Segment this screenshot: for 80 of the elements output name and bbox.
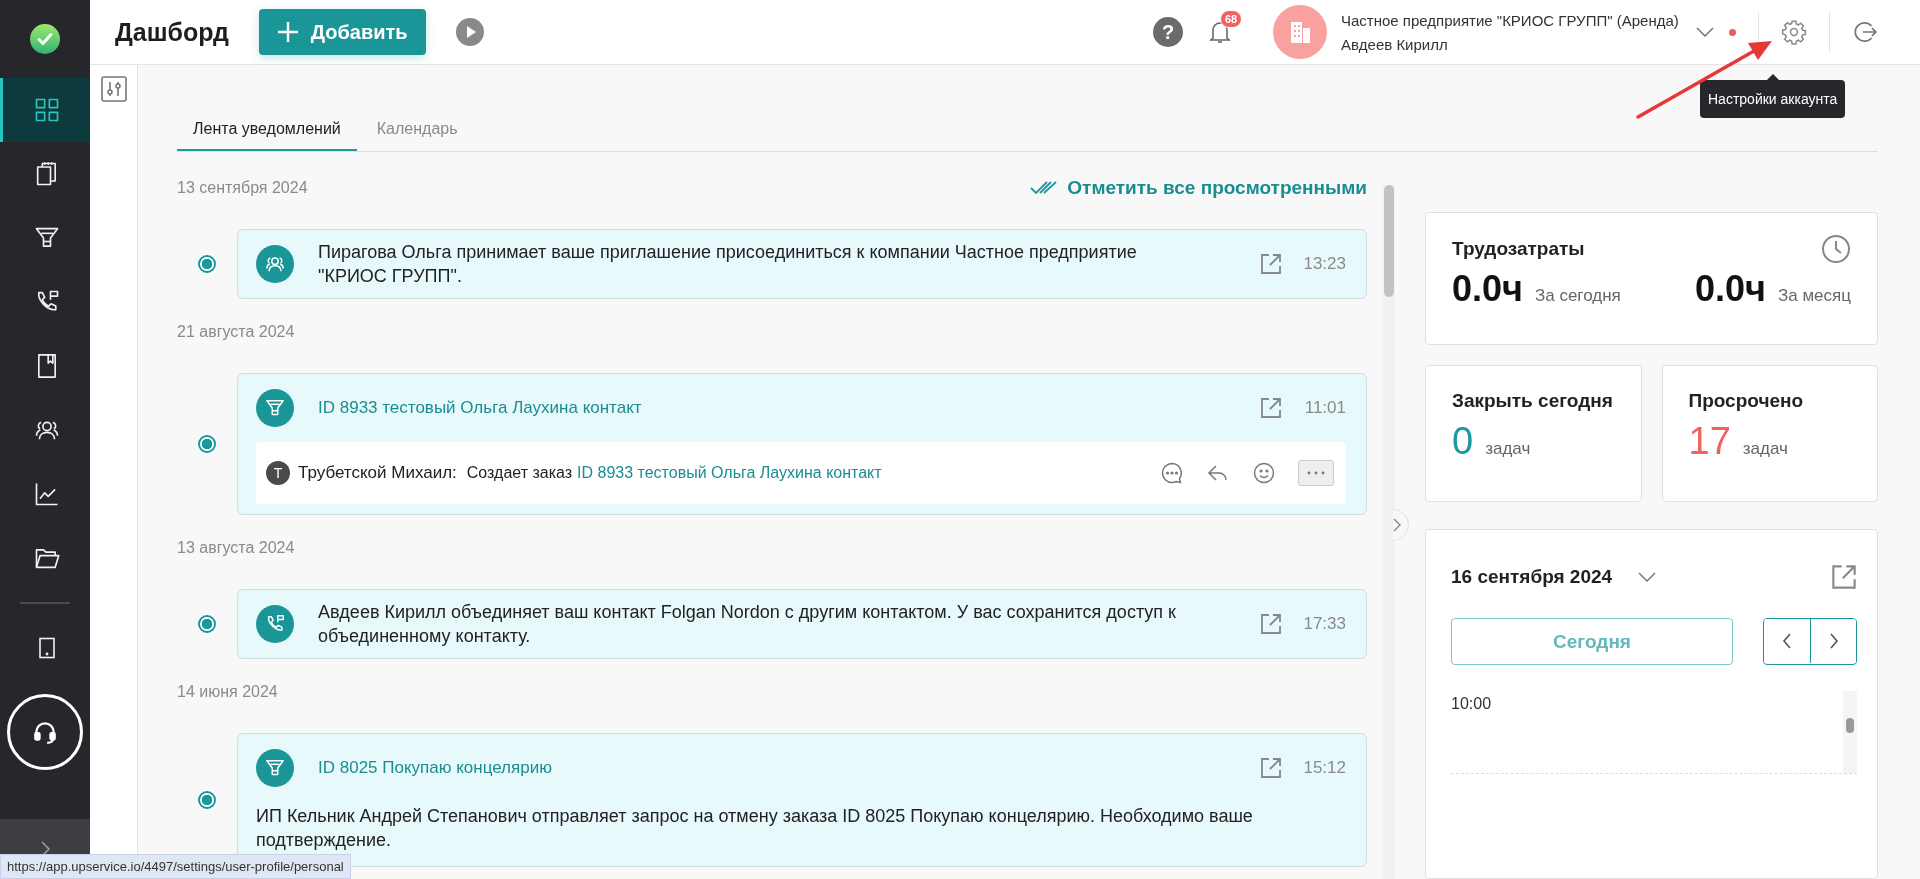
help-button[interactable]: ? <box>1153 17 1183 47</box>
user-avatar: Т <box>266 461 290 485</box>
support-button[interactable] <box>7 694 83 770</box>
mark-all-read-link[interactable]: Отметить все просмотренными <box>1030 177 1367 199</box>
feed-date: 13 августа 2024 <box>177 539 295 557</box>
external-link-icon[interactable] <box>1260 253 1282 275</box>
external-link-icon[interactable] <box>1260 757 1282 779</box>
logout-icon[interactable] <box>1852 19 1878 45</box>
play-icon[interactable] <box>455 18 484 46</box>
comment-text: Создает заказ <box>466 464 573 482</box>
company-name: Частное предприятие "КРИОС ГРУПП" (Аренда) <box>1341 11 1680 29</box>
time-label: 10:00 <box>1451 695 1492 713</box>
read-status-dot[interactable] <box>198 791 216 809</box>
headset-icon <box>32 719 58 745</box>
task-count: 0 <box>1452 420 1474 464</box>
logo-icon <box>30 24 60 54</box>
double-check-icon <box>1030 180 1059 196</box>
phone-icon <box>256 605 294 643</box>
smiley-icon[interactable] <box>1252 461 1276 485</box>
external-link-icon[interactable] <box>1260 613 1282 635</box>
status-dot-icon <box>1729 28 1736 36</box>
order-link[interactable]: ID 8933 тестовый Ольга Лаухина контакт <box>318 398 1260 418</box>
clock-icon[interactable] <box>1821 234 1851 264</box>
card-title: Просрочено <box>1688 390 1805 413</box>
tooltip-pointer <box>1766 74 1779 80</box>
notification-time: 17:33 <box>1302 614 1346 634</box>
stat-value: 0.0ч <box>1452 268 1523 310</box>
read-status-dot[interactable] <box>198 435 216 453</box>
today-button[interactable]: Сегодня <box>1451 618 1733 666</box>
card-title: Трудозатраты <box>1452 238 1585 260</box>
sliders-icon[interactable] <box>99 75 128 103</box>
tab[interactable]: Календарь <box>360 109 474 151</box>
settings-icon[interactable] <box>1781 19 1807 45</box>
comment-icon[interactable] <box>1160 461 1184 485</box>
user-name: Авдеев Кирилл <box>1341 35 1449 53</box>
notification-text: ИП Кельник Андрей Степанович отправляет запрос на отмену заказа ID 8025 Покупаю концелярию. Необходимо ваше подтверждение. <box>256 805 1254 852</box>
stat-label: За сегодня <box>1534 286 1621 306</box>
tab[interactable]: Лента уведомлений <box>177 109 357 151</box>
add-button[interactable]: Добавить <box>258 9 426 55</box>
tooltip: Настройки аккаунта <box>1700 80 1846 118</box>
notification-text: Пирагова Ольга принимает ваше приглашение присоединиться к компании Частное предприятие "КРИОС ГРУПП". <box>318 241 1138 288</box>
chevron-right-icon <box>1393 518 1401 532</box>
sidebar-item[interactable] <box>0 78 90 142</box>
feed-date: 21 августа 2024 <box>177 323 295 341</box>
scrollbar[interactable] <box>1843 691 1857 774</box>
notifications-button[interactable]: 68 <box>1209 10 1243 44</box>
scrollbar[interactable] <box>1383 185 1395 879</box>
feed-date: 13 сентября 2024 <box>177 179 308 197</box>
more-icon <box>1307 471 1325 475</box>
notification-time: 13:23 <box>1302 254 1346 274</box>
plus-icon <box>276 21 299 43</box>
stat-label: За месяц <box>1777 286 1851 306</box>
notification-badge: 68 <box>1220 10 1243 28</box>
external-link-icon[interactable] <box>1260 397 1282 419</box>
notification-text: Авдеев Кирилл объединяет ваш контакт Folgan Nordon с другим контактом. У вас сохранится доступ к объединенному контакту. <box>318 601 1177 648</box>
comment-author: Трубетской Михаил: <box>298 463 457 483</box>
external-link-icon[interactable] <box>1831 564 1857 591</box>
funnel-icon <box>256 389 294 427</box>
feed-date: 14 июня 2024 <box>177 683 278 701</box>
chevron-down-icon[interactable] <box>1696 27 1714 37</box>
calendar-date: 16 сентября 2024 <box>1451 566 1613 589</box>
task-count: 17 <box>1688 420 1731 464</box>
stat-label: задач <box>1742 439 1788 460</box>
link-url-tooltip: https://app.upservice.io/4497/settings/user-profile/personal <box>0 854 351 879</box>
card-title: Закрыть сегодня <box>1452 390 1614 413</box>
stat-value: 0.0ч <box>1695 268 1766 310</box>
notification-time: 15:12 <box>1302 758 1346 778</box>
chevron-left-icon <box>1782 633 1792 650</box>
page-title: Дашборд <box>115 17 229 47</box>
people-icon <box>256 245 294 283</box>
order-link[interactable]: ID 8025 Покупаю концелярию <box>318 758 1260 778</box>
chevron-down-icon[interactable] <box>1638 572 1657 583</box>
read-status-dot[interactable] <box>198 255 216 273</box>
notification-time: 11:01 <box>1303 398 1346 418</box>
order-link[interactable]: ID 8933 тестовый Ольга Лаухина контакт <box>577 464 882 482</box>
funnel-icon <box>256 749 294 787</box>
chevron-right-icon <box>1828 633 1839 650</box>
next-button[interactable] <box>1810 619 1856 664</box>
stat-label: задач <box>1485 439 1531 460</box>
read-status-dot[interactable] <box>198 615 216 633</box>
